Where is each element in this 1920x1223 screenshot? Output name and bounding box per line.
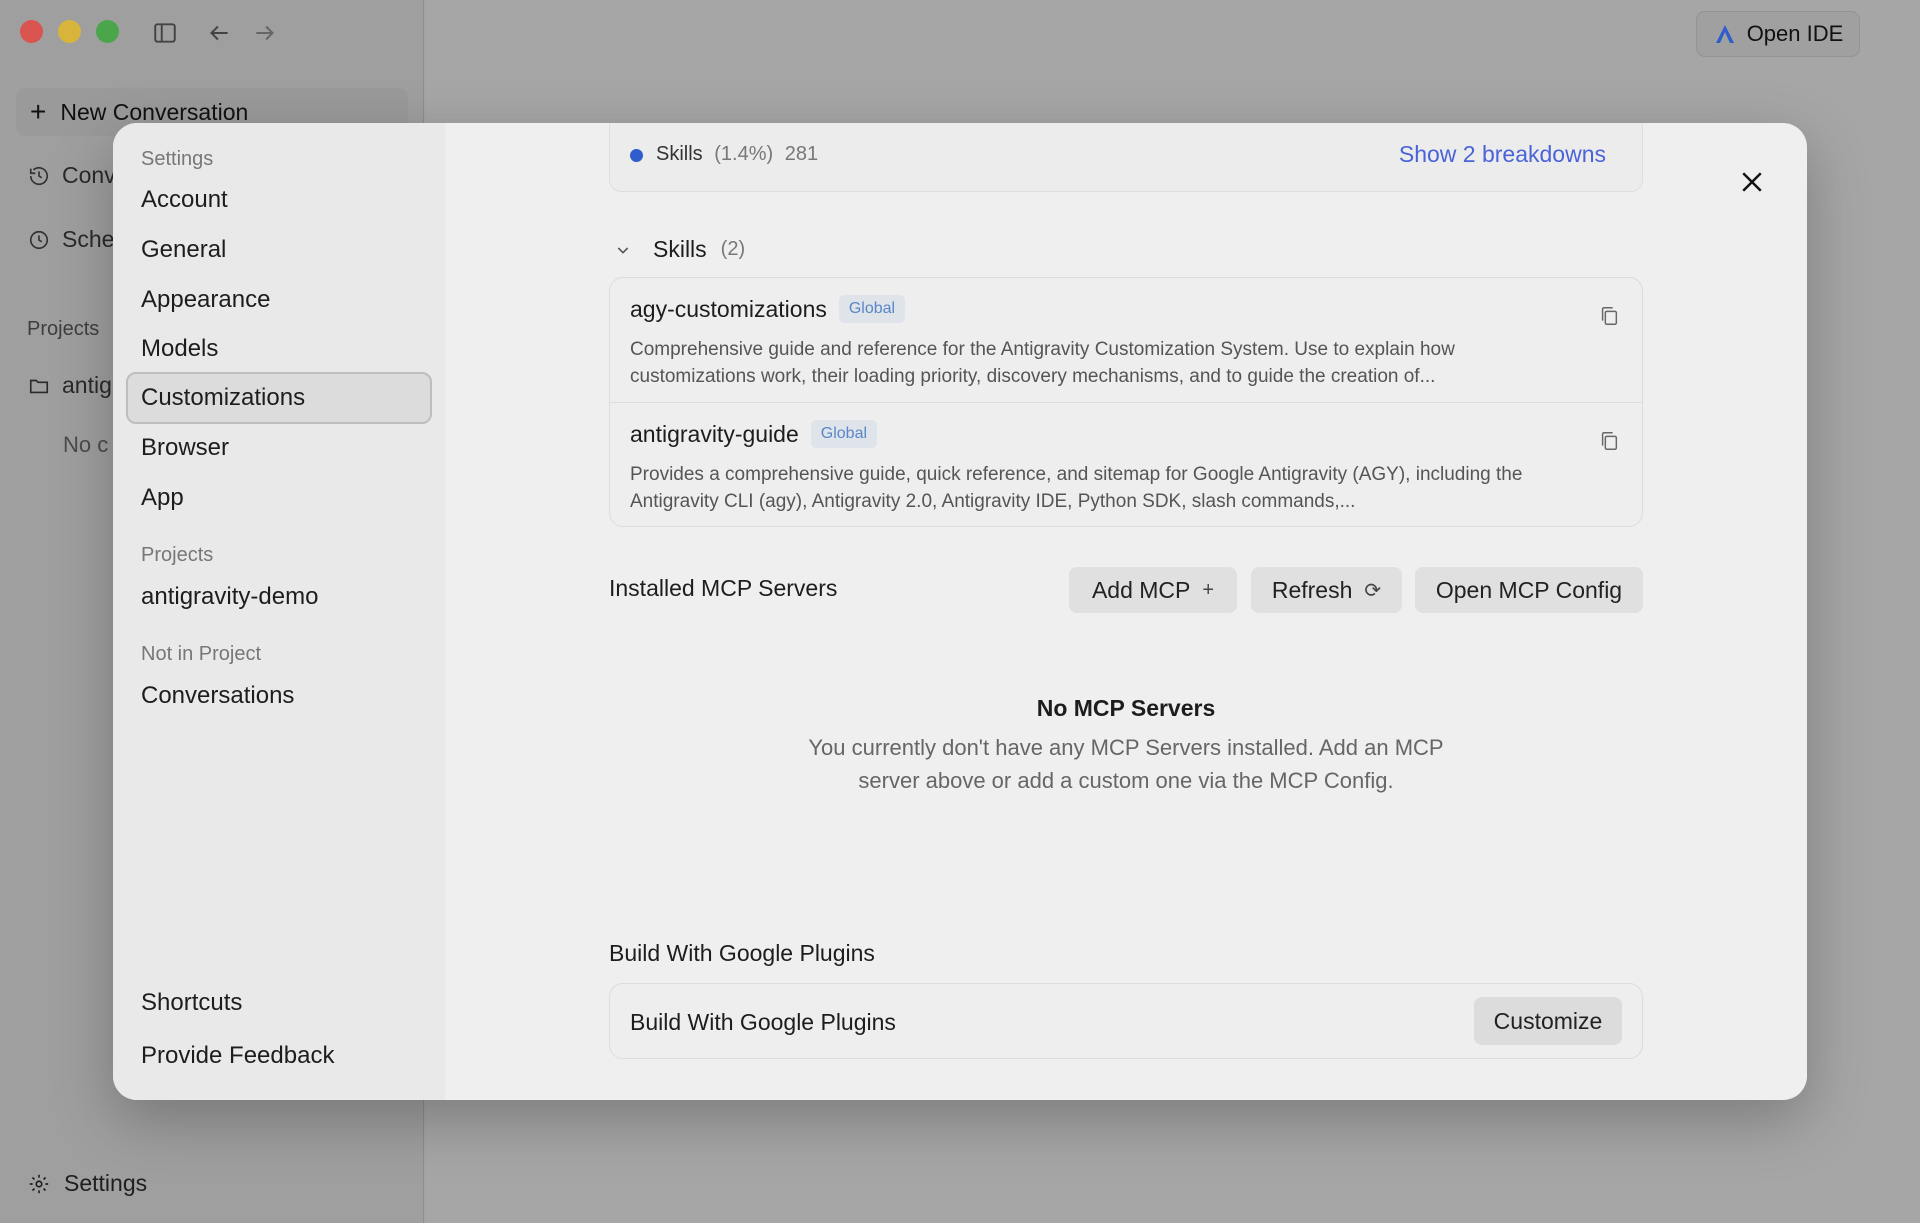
skills-count: (2) (720, 238, 746, 260)
forward-arrow-icon[interactable] (252, 20, 278, 46)
skills-color-dot (630, 149, 643, 162)
chevron-down-icon (617, 246, 629, 254)
settings-button[interactable]: Settings (28, 1170, 147, 1197)
open-mcp-config-label: Open MCP Config (1435, 576, 1623, 603)
plugins-card: Build With Google Plugins Customize (609, 983, 1643, 1059)
nav-shortcuts[interactable]: Shortcuts (141, 988, 242, 1018)
zoom-window-button[interactable] (96, 20, 119, 43)
skills-title: Skills (653, 236, 707, 262)
nav-appearance[interactable]: Appearance (141, 285, 270, 315)
open-mcp-config-button[interactable]: Open MCP Config (1415, 567, 1643, 613)
add-mcp-label: Add MCP (1091, 576, 1191, 603)
plus-icon: + (30, 96, 47, 127)
refresh-icon: ⟳ (1364, 579, 1382, 602)
plugins-card-label: Build With Google Plugins (630, 1009, 896, 1035)
customize-button[interactable]: Customize (1474, 997, 1622, 1045)
token-breakdown-card: Skills (1.4%) 281 Show 2 breakdowns (609, 123, 1643, 192)
breakdown-row: Skills (1.4%) 281 (656, 143, 818, 166)
nav-account[interactable]: Account (141, 185, 228, 215)
empty-state-title: No MCP Servers (1036, 695, 1216, 721)
nav-conversations[interactable]: Conversations (141, 681, 294, 711)
gear-icon (29, 1174, 49, 1193)
nav-customizations[interactable]: Customizations (126, 372, 432, 424)
nav-app[interactable]: App (141, 483, 184, 513)
nav-browser[interactable]: Browser (141, 433, 229, 463)
breakdown-label: Skills (656, 143, 703, 165)
sidebar-toggle-icon[interactable] (152, 20, 178, 46)
antigravity-logo-icon (1715, 25, 1734, 43)
plus-icon: + (1202, 578, 1215, 601)
nav-provide-feedback[interactable]: Provide Feedback (141, 1041, 334, 1071)
breakdown-percent: (1.4%) (714, 143, 774, 165)
back-arrow-icon[interactable] (206, 20, 232, 46)
nav-models[interactable]: Models (141, 334, 218, 364)
nav-conversations-label: Conv (62, 162, 116, 188)
copy-icon[interactable] (1598, 304, 1620, 328)
copy-icon[interactable] (1598, 429, 1620, 453)
skill-name-row: agy-customizations Global (630, 295, 906, 323)
open-ide-button[interactable]: Open IDE (1696, 11, 1860, 57)
mcp-section-title: Installed MCP Servers (609, 575, 838, 601)
nav-customizations-label: Customizations (141, 384, 306, 411)
close-window-button[interactable] (20, 20, 43, 43)
breakdown-count: 281 (784, 143, 819, 165)
history-icon (29, 166, 49, 185)
skill-item[interactable]: antigravity-guide Global Provides a comp… (610, 402, 1642, 526)
nav-general[interactable]: General (141, 235, 226, 265)
empty-state-description: You currently don't have any MCP Servers… (808, 735, 1444, 793)
nav-scheduled[interactable]: Sche (28, 226, 114, 253)
skill-description: Provides a comprehensive guide, quick re… (630, 464, 1523, 512)
add-mcp-button[interactable]: Add MCP + (1069, 567, 1237, 613)
nav-scheduled-label: Sche (62, 226, 115, 252)
settings-sidebar: Settings Account General Appearance Mode… (113, 123, 445, 1100)
nav-conversations[interactable]: Conv (28, 162, 116, 189)
new-conversation-label: New Conversation (60, 98, 249, 125)
refresh-label: Refresh (1271, 576, 1353, 603)
folder-icon (29, 379, 49, 393)
project-folder-item[interactable]: antig (28, 372, 112, 399)
no-conversations-text: No c (63, 432, 109, 457)
projects-label: Projects (27, 318, 100, 340)
skill-name: antigravity-guide (630, 420, 799, 447)
plugins-section-title: Build With Google Plugins (609, 940, 875, 966)
nav-project-antigravity-demo[interactable]: antigravity-demo (141, 582, 318, 612)
section-not-in-project-label: Not in Project (141, 643, 262, 665)
minimize-window-button[interactable] (58, 20, 81, 43)
open-ide-label: Open IDE (1746, 21, 1844, 46)
skill-name: agy-customizations (630, 295, 827, 322)
skill-name-row: antigravity-guide Global (630, 420, 878, 448)
refresh-button[interactable]: Refresh ⟳ (1251, 567, 1402, 613)
settings-modal: Settings Account General Appearance Mode… (113, 123, 1807, 1100)
section-settings-label: Settings (141, 148, 214, 170)
skill-description: Comprehensive guide and reference for th… (630, 339, 1455, 387)
scope-badge: Global (810, 420, 878, 448)
scope-badge: Global (838, 295, 906, 323)
clock-icon (29, 230, 49, 249)
close-icon[interactable] (1737, 167, 1767, 197)
skills-list: agy-customizations Global Comprehensive … (609, 277, 1643, 527)
skill-item[interactable]: agy-customizations Global Comprehensive … (610, 278, 1642, 402)
show-breakdowns-link[interactable]: Show 2 breakdowns (1399, 141, 1606, 168)
settings-label: Settings (64, 1170, 148, 1196)
skills-section-header[interactable]: Skills (2) (609, 236, 745, 263)
project-folder-label: antig (62, 372, 112, 398)
section-projects-label: Projects (141, 544, 214, 566)
